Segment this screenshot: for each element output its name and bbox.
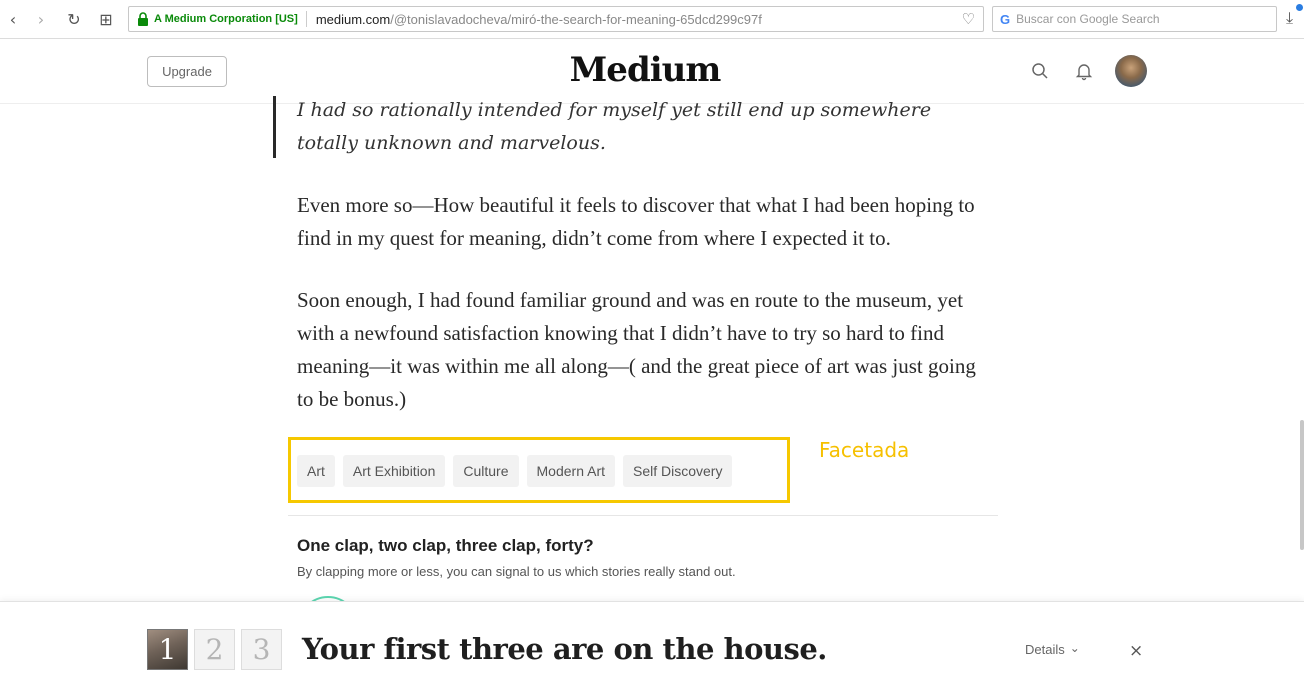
address-bar[interactable]: A Medium Corporation [US] medium.com/@to… (128, 6, 984, 32)
url-separator (305, 11, 307, 27)
details-label: Details (1025, 642, 1065, 657)
free-story-counter-2: 2 (194, 629, 235, 670)
blockquote-bar (273, 96, 276, 158)
details-toggle[interactable]: Details ⌄ (1025, 640, 1080, 658)
search-bar[interactable]: G Buscar con Google Search (992, 6, 1277, 32)
secure-org-label: A Medium Corporation [US] (154, 13, 298, 25)
clap-description: By clapping more or less, you can signal… (297, 564, 736, 579)
clap-heading: One clap, two clap, three clap, forty? (297, 536, 594, 555)
url-host: medium.com (315, 11, 391, 27)
browser-toolbar: ‹ › ↻ ⊞ A Medium Corporation [US] medium… (0, 0, 1304, 39)
search-icon[interactable] (1029, 60, 1051, 82)
bookmark-heart-icon[interactable]: ♡ (962, 10, 975, 28)
chevron-down-icon: ⌄ (1069, 640, 1080, 655)
tag-art-exhibition[interactable]: Art Exhibition (342, 455, 446, 487)
url-path: /@tonislavadocheva/miró-the-search-for-m… (390, 11, 762, 27)
metered-paywall-banner: 1 2 3 Your first three are on the house.… (0, 601, 1304, 696)
search-placeholder: Buscar con Google Search (1016, 12, 1160, 26)
scrollbar-thumb[interactable] (1300, 420, 1304, 550)
google-icon: G (1000, 11, 1011, 27)
avatar[interactable] (1115, 55, 1147, 87)
download-indicator (1296, 4, 1303, 11)
tag-art[interactable]: Art (297, 455, 335, 487)
tag-modern-art[interactable]: Modern Art (526, 455, 615, 487)
reload-icon[interactable]: ↻ (63, 8, 85, 30)
article-paragraph: Soon enough, I had found familiar ground… (297, 288, 976, 411)
download-icon[interactable]: ⤓ (1286, 8, 1293, 28)
free-story-counter-3: 3 (241, 629, 282, 670)
tag-culture[interactable]: Culture (453, 455, 519, 487)
tag-list: Art Art Exhibition Culture Modern Art Se… (297, 455, 733, 487)
tag-self-discovery[interactable]: Self Discovery (623, 455, 733, 487)
back-icon[interactable]: ‹ (2, 8, 24, 30)
upgrade-button[interactable]: Upgrade (147, 56, 227, 87)
section-divider (288, 515, 998, 516)
lock-icon (138, 12, 148, 26)
forward-icon[interactable]: › (30, 8, 52, 30)
article-paragraph: Even more so—How beautiful it feels to d… (297, 193, 975, 250)
close-icon[interactable]: × (1129, 641, 1143, 661)
medium-logo[interactable]: Medium (540, 50, 750, 90)
annotation-label: Facetada (819, 438, 910, 462)
free-story-counter-1: 1 (147, 629, 188, 670)
apps-grid-icon[interactable]: ⊞ (95, 8, 117, 30)
banner-title: Your first three are on the house. (302, 632, 827, 666)
blockquote-text: I had so rationally intended for myself … (297, 99, 932, 154)
bell-icon[interactable] (1073, 60, 1095, 82)
